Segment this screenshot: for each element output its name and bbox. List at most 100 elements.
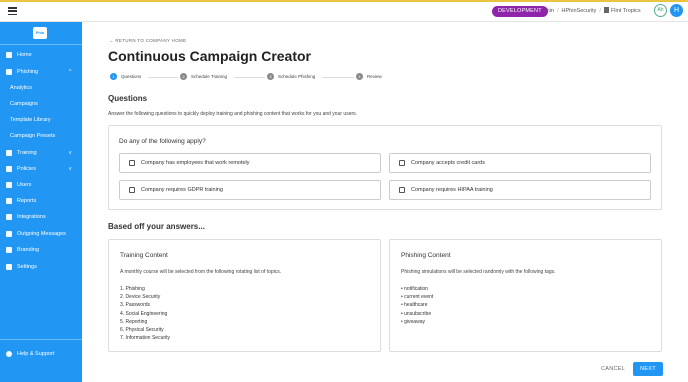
sidebar-item-users[interactable]: Users bbox=[0, 179, 82, 191]
list-item: 7. Information Security bbox=[120, 335, 171, 342]
step-review[interactable]: 4 Review bbox=[356, 73, 382, 81]
step-number: 3 bbox=[267, 73, 274, 80]
apply-title: Do any of the following apply? bbox=[119, 138, 206, 145]
sidebar-item-reports[interactable]: Reports bbox=[0, 195, 82, 207]
sidebar-item-policies[interactable]: Policies v bbox=[0, 163, 82, 175]
phishing-tags: • notification • current event • healthc… bbox=[401, 285, 433, 326]
step-label: Schedule Training bbox=[191, 74, 228, 79]
hook-icon bbox=[6, 69, 12, 75]
sidebar-item-settings[interactable]: Settings bbox=[0, 261, 82, 273]
sidebar-item-campaign-presets[interactable]: Campaign Presets bbox=[0, 130, 82, 142]
menu-icon[interactable] bbox=[8, 7, 17, 16]
help-and-support[interactable]: Help & Support bbox=[0, 348, 82, 360]
option-remote-employees[interactable]: Company has employees that work remotely bbox=[119, 153, 381, 173]
breadcrumb: Phin / HPhinSecurity / Flint Tropics bbox=[543, 7, 641, 14]
checkbox[interactable] bbox=[399, 160, 405, 166]
org-avatar[interactable]: H bbox=[670, 4, 683, 17]
training-title: Training Content bbox=[120, 252, 168, 259]
checkbox[interactable] bbox=[129, 160, 135, 166]
sidebar-item-label: Phishing bbox=[17, 69, 39, 75]
sidebar-item-branding[interactable]: Branding bbox=[0, 244, 82, 256]
divider bbox=[0, 339, 82, 340]
option-label: Company has employees that work remotely bbox=[141, 160, 250, 166]
option-label: Company accepts credit cards bbox=[411, 160, 485, 166]
gear-icon bbox=[6, 264, 12, 270]
training-description: A monthly course will be selected from t… bbox=[120, 269, 282, 275]
option-gdpr-training[interactable]: Company requires GDPR training bbox=[119, 180, 381, 200]
chart-icon bbox=[6, 198, 12, 204]
list-item: • unsubscribe bbox=[401, 310, 432, 317]
sidebar-item-integrations[interactable]: Integrations bbox=[0, 211, 82, 223]
step-connector bbox=[322, 77, 354, 78]
sidebar-item-label: Users bbox=[17, 182, 32, 188]
sidebar-item-label: Settings bbox=[17, 264, 37, 270]
step-number: 4 bbox=[356, 73, 363, 80]
sidebar-item-label: Integrations bbox=[17, 214, 46, 220]
based-heading: Based off your answers... bbox=[108, 222, 205, 231]
list-item: 2. Device Security bbox=[120, 294, 161, 301]
sidebar: Phin Home Phishing ^ Analytics Campaigns … bbox=[0, 22, 82, 382]
cancel-button[interactable]: CANCEL bbox=[601, 366, 625, 372]
step-label: Questions bbox=[121, 74, 142, 79]
sidebar-item-label: Reports bbox=[17, 198, 37, 204]
divider bbox=[0, 44, 82, 45]
step-questions[interactable]: 1 Questions bbox=[110, 73, 141, 81]
step-number: 2 bbox=[180, 73, 187, 80]
questions-heading: Questions bbox=[108, 94, 148, 103]
sidebar-item-label: Home bbox=[17, 52, 32, 58]
sidebar-item-training[interactable]: Training v bbox=[0, 147, 82, 159]
step-label: Schedule Phishing bbox=[278, 74, 316, 79]
option-label: Company requires HIPAA training bbox=[411, 187, 493, 193]
step-schedule-phishing[interactable]: 3 Schedule Phishing bbox=[267, 73, 315, 81]
checkbox[interactable] bbox=[399, 187, 405, 193]
sidebar-item-campaigns[interactable]: Campaigns bbox=[0, 98, 82, 110]
chevron-down-icon: v bbox=[69, 150, 72, 156]
return-link[interactable]: ← RETURN TO COMPANY HOME bbox=[109, 38, 186, 43]
step-schedule-training[interactable]: 2 Schedule Training bbox=[180, 73, 227, 81]
step-connector bbox=[148, 77, 178, 78]
list-item: 3. Passwords bbox=[120, 302, 151, 309]
step-connector bbox=[234, 77, 265, 78]
sidebar-item-label: Analytics bbox=[10, 85, 33, 91]
sidebar-item-label: Outgoing Messages bbox=[17, 231, 66, 237]
list-item: • healthcare bbox=[401, 302, 428, 309]
building-icon bbox=[603, 7, 609, 13]
sidebar-item-label: Policies bbox=[17, 166, 36, 172]
policy-icon bbox=[6, 166, 12, 172]
list-item: 6. Physical Security bbox=[120, 327, 164, 334]
questions-card: Do any of the following apply? Company h… bbox=[108, 125, 662, 210]
message-icon bbox=[6, 231, 12, 237]
list-item: • giveaway bbox=[401, 318, 425, 325]
sidebar-item-label: Branding bbox=[17, 247, 40, 253]
step-label: Review bbox=[367, 74, 382, 79]
list-item: • current event bbox=[401, 294, 434, 301]
sidebar-item-phishing[interactable]: Phishing ^ bbox=[0, 66, 82, 78]
help-label: Help & Support bbox=[17, 351, 55, 357]
sidebar-item-label: Training bbox=[17, 150, 37, 156]
next-button[interactable]: NEXT bbox=[633, 362, 663, 376]
environment-badge: DEVELOPMENT bbox=[492, 6, 548, 17]
main-content: ← RETURN TO COMPANY HOME Continuous Camp… bbox=[82, 22, 688, 382]
step-number: 1 bbox=[110, 73, 117, 80]
sidebar-item-label: Campaigns bbox=[10, 101, 38, 107]
top-bar: DEVELOPMENT Phin / HPhinSecurity / Flint Tro… bbox=[0, 0, 688, 22]
breadcrumb-item[interactable]: Phin bbox=[543, 8, 554, 14]
sidebar-item-home[interactable]: Home bbox=[0, 49, 82, 61]
users-icon bbox=[6, 182, 12, 188]
sidebar-item-analytics[interactable]: Analytics bbox=[0, 82, 82, 94]
list-item: 5. Reporting bbox=[120, 318, 148, 325]
graduation-cap-icon bbox=[6, 150, 12, 156]
user-avatar[interactable]: Ah bbox=[654, 4, 667, 17]
option-credit-cards[interactable]: Company accepts credit cards bbox=[389, 153, 651, 173]
checkbox[interactable] bbox=[129, 187, 135, 193]
sidebar-item-label: Template Library bbox=[10, 117, 51, 123]
phishing-content-card: Phishing Content Phishing simulations wi… bbox=[389, 239, 662, 352]
sidebar-item-template-library[interactable]: Template Library bbox=[0, 114, 82, 126]
breadcrumb-item[interactable]: HPhinSecurity bbox=[562, 8, 597, 14]
breadcrumb-item[interactable]: Flint Tropics bbox=[611, 8, 641, 14]
integrations-icon bbox=[6, 214, 12, 220]
help-icon bbox=[6, 351, 12, 357]
sidebar-item-outgoing-messages[interactable]: Outgoing Messages bbox=[0, 228, 82, 240]
option-hipaa-training[interactable]: Company requires HIPAA training bbox=[389, 180, 651, 200]
page-title: Continuous Campaign Creator bbox=[108, 48, 312, 64]
